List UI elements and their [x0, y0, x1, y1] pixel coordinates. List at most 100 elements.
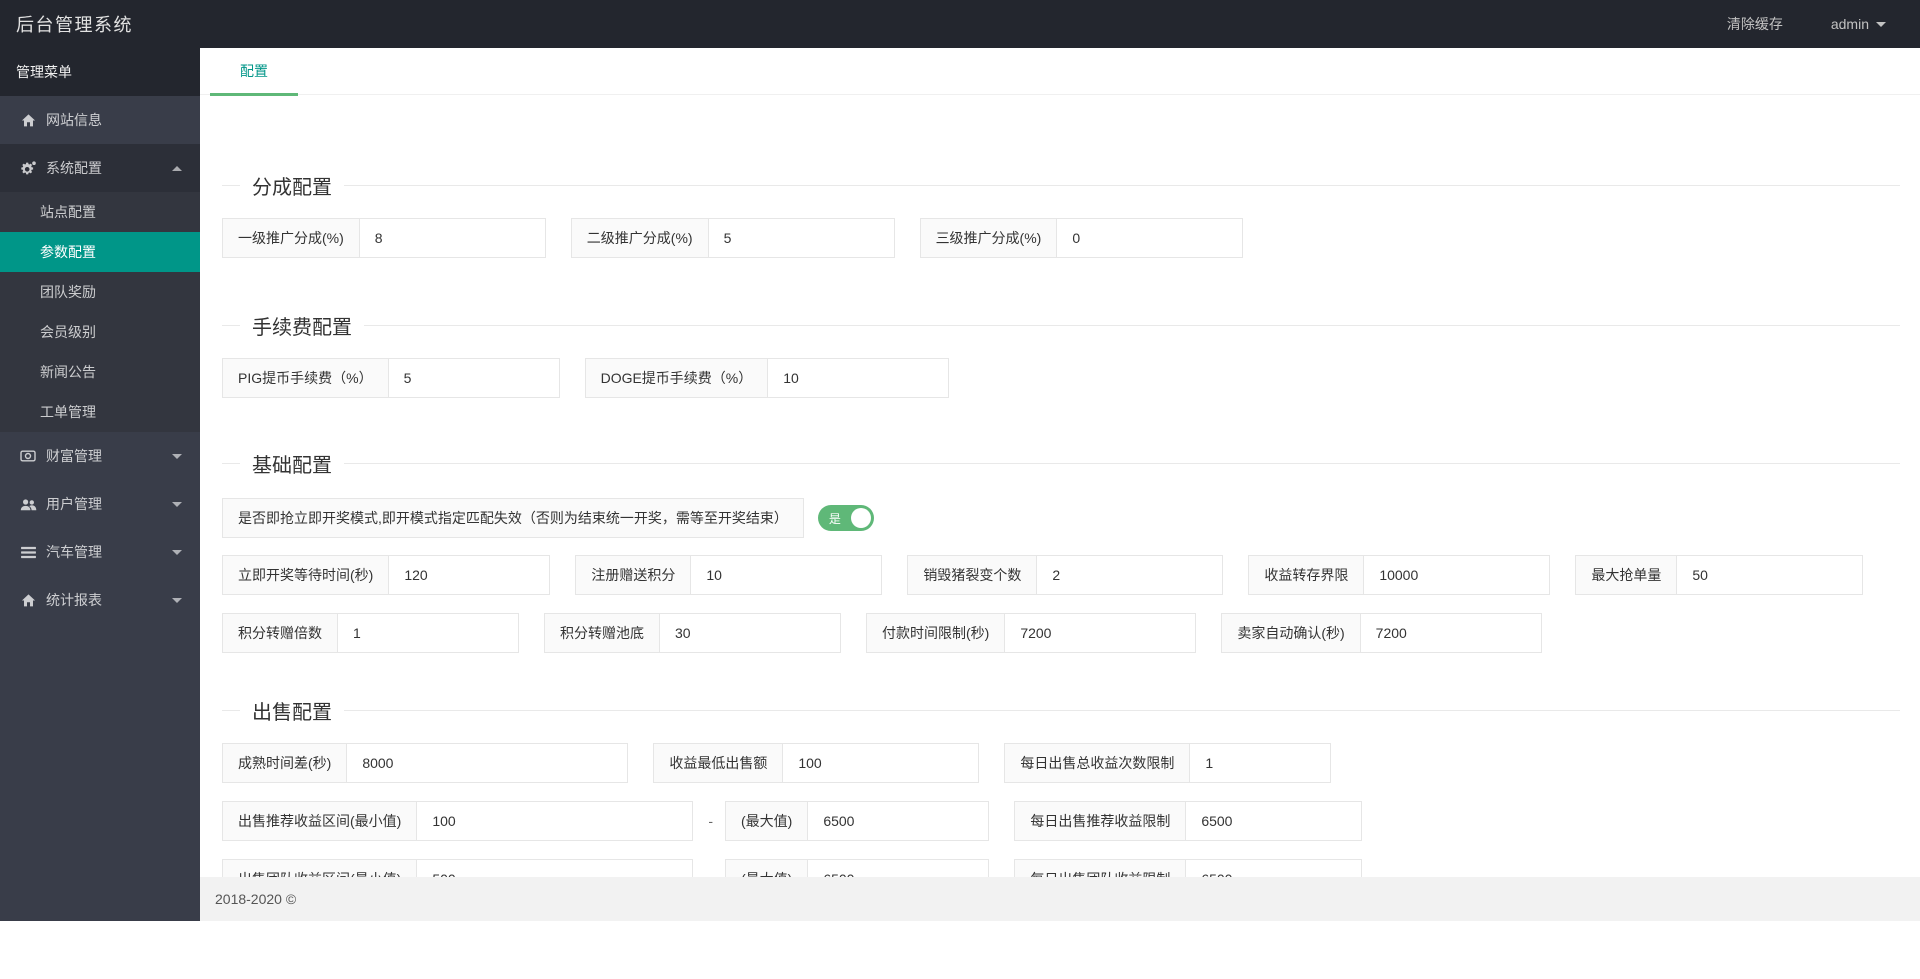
doge-withdraw-fee-input[interactable]	[768, 359, 948, 397]
level3-commission-input[interactable]	[1057, 219, 1242, 257]
sell-recommend-income-max-input[interactable]	[808, 802, 988, 840]
field-income-transfer-limit: 收益转存界限	[1248, 555, 1550, 595]
pig-withdraw-fee-input[interactable]	[389, 359, 559, 397]
form-section-fee-config: 手续费配置	[222, 325, 1900, 326]
field-label: 二级推广分成(%)	[572, 219, 709, 257]
top-header: 后台管理系统 清除缓存 admin	[0, 0, 1920, 48]
caret-up-icon	[172, 161, 182, 171]
destroy-pig-split-count-input[interactable]	[1037, 556, 1222, 594]
main-area: 配置 分成配置一级推广分成(%) 二级推广分成(%) 三级推广分成(%) 手续费配置 P…	[200, 48, 1920, 979]
daily-sell-income-count-limit-input[interactable]	[1190, 744, 1330, 782]
money-icon	[18, 448, 38, 464]
sidebar-item-label: 汽车管理	[46, 542, 102, 562]
tab-config[interactable]: 配置	[210, 48, 298, 95]
field-row: 出售推荐收益区间(最小值)-(最大值)每日出售推荐收益限制	[222, 801, 1900, 841]
gears-icon	[18, 160, 38, 176]
field-daily-sell-recommend-income-limit: 每日出售推荐收益限制	[1014, 801, 1362, 841]
level2-commission-input[interactable]	[709, 219, 894, 257]
field-label: DOGE提币手续费（%）	[586, 359, 769, 397]
field-label: 成熟时间差(秒)	[223, 744, 347, 782]
field-points-gift-multiple: 积分转赠倍数	[222, 613, 519, 653]
field-row: 一级推广分成(%) 二级推广分成(%) 三级推广分成(%)	[222, 218, 1900, 258]
field-label: 积分转赠倍数	[223, 614, 338, 652]
range-separator: -	[708, 813, 713, 829]
points-gift-pool-floor-input[interactable]	[660, 614, 840, 652]
instant-draw-wait-seconds-input[interactable]	[389, 556, 549, 594]
field-level3-commission: 三级推广分成(%)	[920, 218, 1244, 258]
field-label: 卖家自动确认(秒)	[1222, 614, 1360, 652]
sidebar-subitem-param-config[interactable]: 参数配置	[0, 232, 200, 272]
sidebar-item-car-management[interactable]: 汽车管理	[0, 528, 200, 576]
income-transfer-limit-input[interactable]	[1364, 556, 1549, 594]
field-row: 积分转赠倍数 积分转赠池底付款时间限制(秒) 卖家自动确认(秒)	[222, 613, 1900, 653]
sidebar-item-website-info[interactable]: 网站信息	[0, 96, 200, 144]
sidebar-item-label: 网站信息	[46, 110, 102, 130]
username: admin	[1831, 16, 1869, 32]
sidebar-subitem-team-reward[interactable]: 团队奖励	[0, 272, 200, 312]
field-mature-time-diff-seconds: 成熟时间差(秒)	[222, 743, 628, 783]
form-section-basic-config: 基础配置	[222, 463, 1900, 464]
sidebar-item-system-config[interactable]: 系统配置	[0, 144, 200, 192]
field-label: (最大值)	[726, 802, 808, 840]
min-income-sell-amount-input[interactable]	[783, 744, 978, 782]
field-label: 每日出售推荐收益限制	[1015, 802, 1186, 840]
app-title: 后台管理系统	[0, 11, 133, 37]
list-icon	[18, 546, 38, 559]
field-label: 立即开奖等待时间(秒)	[223, 556, 389, 594]
field-level2-commission: 二级推广分成(%)	[571, 218, 895, 258]
switch-knob	[851, 508, 871, 528]
field-min-income-sell-amount: 收益最低出售额	[653, 743, 979, 783]
field-points-gift-pool-floor: 积分转赠池底	[544, 613, 841, 653]
payment-time-limit-seconds-input[interactable]	[1005, 614, 1195, 652]
field-label: 注册赠送积分	[576, 556, 691, 594]
switch-state-label: 是	[829, 510, 841, 527]
field-row: 成熟时间差(秒)收益最低出售额每日出售总收益次数限制	[222, 743, 1900, 783]
field-doge-withdraw-fee: DOGE提币手续费（%）	[585, 358, 950, 398]
register-gift-points-input[interactable]	[691, 556, 881, 594]
sidebar-item-stats-report[interactable]: 统计报表	[0, 576, 200, 624]
field-level1-commission: 一级推广分成(%)	[222, 218, 546, 258]
clear-cache-button[interactable]: 清除缓存	[1727, 14, 1783, 34]
field-seller-auto-confirm-seconds: 卖家自动确认(秒)	[1221, 613, 1541, 653]
caret-down-icon	[172, 502, 182, 512]
field-row: 立即开奖等待时间(秒) 注册赠送积分 销毁猪裂变个数收益转存界限 最大抢单量	[222, 555, 1900, 595]
sidebar-item-label: 财富管理	[46, 446, 102, 466]
sidebar-nav: 网站信息系统配置站点配置参数配置团队奖励会员级别新闻公告工单管理财富管理用户管理…	[0, 96, 200, 624]
caret-down-icon	[172, 598, 182, 608]
sidebar: 管理菜单 网站信息系统配置站点配置参数配置团队奖励会员级别新闻公告工单管理财富管…	[0, 48, 200, 921]
section-title: 出售配置	[240, 696, 344, 725]
home-icon	[18, 593, 38, 608]
form-section-commission-config: 分成配置	[222, 185, 1900, 186]
header-actions: 清除缓存 admin	[1727, 14, 1920, 34]
field-pig-withdraw-fee: PIG提币手续费（%）	[222, 358, 560, 398]
points-gift-multiple-input[interactable]	[338, 614, 518, 652]
sell-recommend-income-min-input[interactable]	[417, 802, 692, 840]
sidebar-subitem-member-level[interactable]: 会员级别	[0, 312, 200, 352]
mature-time-diff-seconds-input[interactable]	[347, 744, 627, 782]
seller-auto-confirm-seconds-input[interactable]	[1361, 614, 1541, 652]
section-title: 手续费配置	[240, 311, 364, 340]
sidebar-item-user-management[interactable]: 用户管理	[0, 480, 200, 528]
instant-draw-mode-switch[interactable]: 是	[818, 505, 874, 531]
field-destroy-pig-split-count: 销毁猪裂变个数	[907, 555, 1223, 595]
field-max-grab-orders: 最大抢单量	[1575, 555, 1863, 595]
field-instant-draw-wait-seconds: 立即开奖等待时间(秒)	[222, 555, 550, 595]
sidebar-subitem-site-config[interactable]: 站点配置	[0, 192, 200, 232]
sidebar-subitem-work-order[interactable]: 工单管理	[0, 392, 200, 432]
user-dropdown[interactable]: admin	[1831, 16, 1886, 32]
level1-commission-input[interactable]	[360, 219, 545, 257]
sidebar-item-wealth-management[interactable]: 财富管理	[0, 432, 200, 480]
sidebar-title: 管理菜单	[0, 48, 200, 96]
chevron-down-icon	[1876, 22, 1886, 32]
toggle-row: 是否即抢立即开奖模式,即开模式指定匹配失效（否则为结束统一开奖，需等至开奖结束）…	[222, 498, 1900, 538]
field-label: 付款时间限制(秒)	[867, 614, 1005, 652]
sidebar-subitem-news-announcement[interactable]: 新闻公告	[0, 352, 200, 392]
field-label: 收益转存界限	[1249, 556, 1364, 594]
field-label: 一级推广分成(%)	[223, 219, 360, 257]
field-payment-time-limit-seconds: 付款时间限制(秒)	[866, 613, 1196, 653]
max-grab-orders-input[interactable]	[1677, 556, 1862, 594]
field-label: 最大抢单量	[1576, 556, 1677, 594]
config-form: 分成配置一级推广分成(%) 二级推广分成(%) 三级推广分成(%) 手续费配置 PIG提…	[200, 185, 1920, 979]
daily-sell-recommend-income-limit-input[interactable]	[1186, 802, 1361, 840]
sidebar-item-label: 系统配置	[46, 158, 102, 178]
